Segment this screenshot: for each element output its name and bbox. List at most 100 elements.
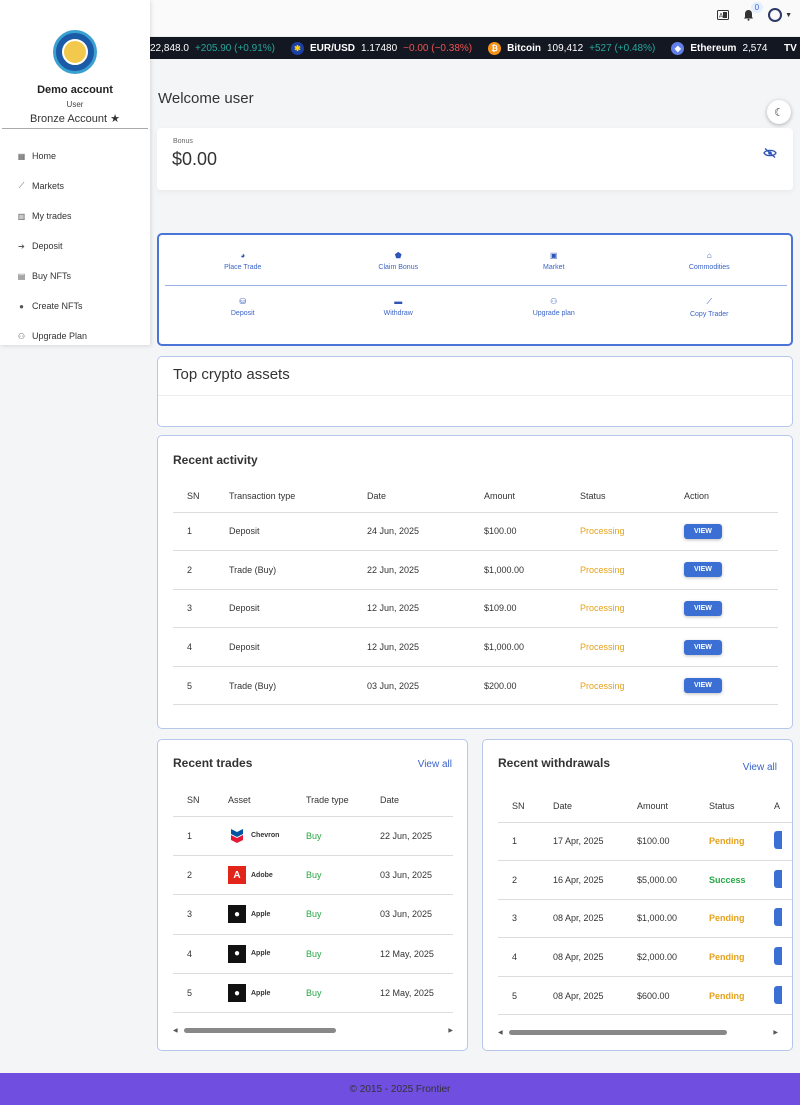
place-trade-button[interactable]: ◕ Place Trade bbox=[165, 251, 321, 271]
commodities-button[interactable]: ⌂ Commodities bbox=[632, 251, 788, 271]
bonus-label: Bonus bbox=[173, 138, 193, 145]
sidebar-item-label: Markets bbox=[32, 181, 65, 191]
scroll-right-icon[interactable]: ▶ bbox=[773, 1029, 778, 1036]
cell-sn: 2 bbox=[498, 860, 553, 900]
view-button[interactable] bbox=[774, 947, 782, 966]
home-icon: ▦ bbox=[17, 151, 26, 161]
users-icon: ⚇ bbox=[17, 331, 26, 341]
table-row: 4 ● Apple Buy 12 May, 2025 bbox=[173, 934, 453, 975]
sidebar-item-upgrade-plan[interactable]: ⚇ Upgrade Plan bbox=[0, 321, 150, 351]
column-header: SN bbox=[173, 480, 229, 513]
sidebar-item-my-trades[interactable]: ▥ My trades bbox=[0, 201, 150, 231]
adobe-logo-icon: A bbox=[228, 866, 246, 885]
asset-name: Apple bbox=[251, 950, 271, 958]
horizontal-scrollbar[interactable]: ◀ ▶ bbox=[173, 1025, 453, 1035]
sidebar-item-deposit[interactable]: ➔ Deposit bbox=[0, 231, 150, 261]
trade-type: Buy bbox=[306, 816, 380, 856]
view-button[interactable] bbox=[774, 985, 782, 1004]
status-badge: Processing bbox=[580, 666, 684, 706]
bonus-amount: $0.00 bbox=[172, 149, 218, 169]
language-icon[interactable]: A bbox=[717, 10, 730, 20]
claim-bonus-button[interactable]: ⬟ Claim Bonus bbox=[321, 251, 477, 271]
user-menu[interactable]: ▼ bbox=[768, 8, 792, 22]
view-button[interactable]: VIEW bbox=[684, 523, 722, 539]
horizontal-scrollbar[interactable]: ◀ ▶ bbox=[498, 1027, 778, 1037]
sidebar-item-home[interactable]: ▦ Home bbox=[0, 141, 150, 171]
dark-mode-toggle[interactable]: ☾ bbox=[767, 100, 791, 124]
footer: © 2015 - 2025 Frontier bbox=[0, 1073, 800, 1105]
table-row: 4 08 Apr, 2025 $2,000.00 Pending bbox=[498, 937, 792, 977]
status-badge: Pending bbox=[709, 937, 774, 977]
sidebar-item-buy-nfts[interactable]: ▤ Buy NFTs bbox=[0, 261, 150, 291]
column-header: Status bbox=[580, 480, 684, 513]
bar-chart-icon: ▥ bbox=[17, 211, 26, 221]
cell-sn: 1 bbox=[498, 822, 553, 862]
upgrade-plan-button[interactable]: ⚇ Upgrade plan bbox=[476, 297, 632, 318]
cell-date: 22 Jun, 2025 bbox=[380, 816, 453, 856]
view-all-link[interactable]: View all bbox=[418, 759, 452, 770]
column-header: Trade type bbox=[306, 784, 380, 817]
market-ticker[interactable]: 22,848.0 +205.90 (+0.91%) ✱ EUR/USD 1.17… bbox=[150, 37, 800, 59]
status-badge: Processing bbox=[580, 589, 684, 629]
column-header: Asset bbox=[228, 784, 306, 817]
deposit-button[interactable]: ⛁ Deposit bbox=[165, 297, 321, 318]
asset-cell: Chevron bbox=[228, 826, 279, 845]
sidebar: Demo account User Bronze Account ★ ▦ Hom… bbox=[0, 0, 150, 345]
view-button[interactable]: VIEW bbox=[684, 639, 722, 655]
sidebar-item-create-nfts[interactable]: ● Create NFTs bbox=[0, 291, 150, 321]
view-all-link[interactable]: View all bbox=[743, 762, 777, 773]
scroll-left-icon[interactable]: ◀ bbox=[498, 1029, 503, 1036]
view-button[interactable]: VIEW bbox=[684, 600, 722, 616]
cell-date: 03 Jun, 2025 bbox=[380, 894, 453, 935]
recent-withdrawals-card: Recent withdrawals View all SN Date Amou… bbox=[482, 739, 793, 1051]
sidebar-item-markets[interactable]: ⟋ Markets bbox=[0, 171, 150, 201]
cell-date: 12 Jun, 2025 bbox=[367, 627, 484, 667]
sign-in-icon: ➔ bbox=[18, 241, 25, 251]
table-row: 5 ● Apple Buy 12 May, 2025 bbox=[173, 973, 453, 1014]
cell-amount: $200.00 bbox=[484, 666, 580, 706]
notifications-bell-icon[interactable]: 0 bbox=[743, 2, 764, 21]
ticker-item-bitcoin[interactable]: ₿ Bitcoin 109,412 +527 (+0.48%) bbox=[488, 41, 655, 55]
scrollbar-thumb[interactable] bbox=[183, 1027, 336, 1033]
section-title: Recent activity bbox=[173, 453, 258, 467]
ticker-item[interactable]: 22,848.0 +205.90 (+0.91%) bbox=[150, 43, 275, 54]
asset-cell: ● Apple bbox=[228, 905, 270, 924]
ticker-value: 22,848.0 bbox=[150, 42, 189, 54]
cell-type: Deposit bbox=[229, 512, 367, 552]
ticker-item-eurusd[interactable]: ✱ EUR/USD 1.17480 −0.00 (−0.38%) bbox=[291, 41, 473, 55]
status-badge: Success bbox=[709, 860, 774, 900]
column-header: Date bbox=[380, 784, 453, 817]
asset-name: Adobe bbox=[251, 871, 273, 879]
ticker-item-ethereum[interactable]: ◆ Ethereum 2,574 bbox=[671, 41, 767, 55]
scroll-right-icon[interactable]: ▶ bbox=[448, 1027, 453, 1034]
cell-date: 12 May, 2025 bbox=[380, 973, 453, 1014]
action-label: Withdraw bbox=[383, 310, 413, 317]
chevron-down-icon: ▼ bbox=[785, 11, 792, 19]
copy-trader-button[interactable]: ⟋ Copy Trader bbox=[632, 297, 788, 318]
view-button[interactable] bbox=[774, 831, 782, 850]
view-button[interactable]: VIEW bbox=[684, 562, 722, 578]
scrollbar-thumb[interactable] bbox=[508, 1029, 727, 1035]
view-button[interactable] bbox=[774, 869, 782, 888]
status-badge: Pending bbox=[709, 822, 774, 862]
column-header: Transaction type bbox=[229, 480, 367, 513]
sidebar-item-label: Deposit bbox=[32, 241, 63, 251]
image-icon: ▤ bbox=[17, 271, 26, 281]
bonus-card: Bonus $0.00 bbox=[157, 128, 793, 190]
withdraw-button[interactable]: ▬ Withdraw bbox=[321, 297, 477, 318]
action-label: Market bbox=[543, 264, 565, 271]
eye-slash-icon[interactable] bbox=[763, 148, 777, 158]
view-button[interactable]: VIEW bbox=[684, 678, 722, 694]
table-row: 1 Chevron Buy 22 Jun, 2025 bbox=[173, 816, 453, 856]
market-button[interactable]: ▣ Market bbox=[476, 251, 632, 271]
cell-sn: 5 bbox=[173, 666, 229, 706]
ticker-change: −0.00 (−0.38%) bbox=[403, 42, 473, 54]
cell-date: 12 May, 2025 bbox=[380, 934, 453, 975]
view-button[interactable] bbox=[774, 908, 782, 927]
pie-chart-icon: ◕ bbox=[240, 251, 246, 260]
status-badge: Processing bbox=[580, 550, 684, 590]
scroll-left-icon[interactable]: ◀ bbox=[173, 1027, 178, 1034]
cell-sn: 2 bbox=[173, 550, 229, 590]
tradingview-logo-icon[interactable]: TV bbox=[784, 40, 800, 56]
sidebar-item-label: Home bbox=[32, 151, 57, 161]
